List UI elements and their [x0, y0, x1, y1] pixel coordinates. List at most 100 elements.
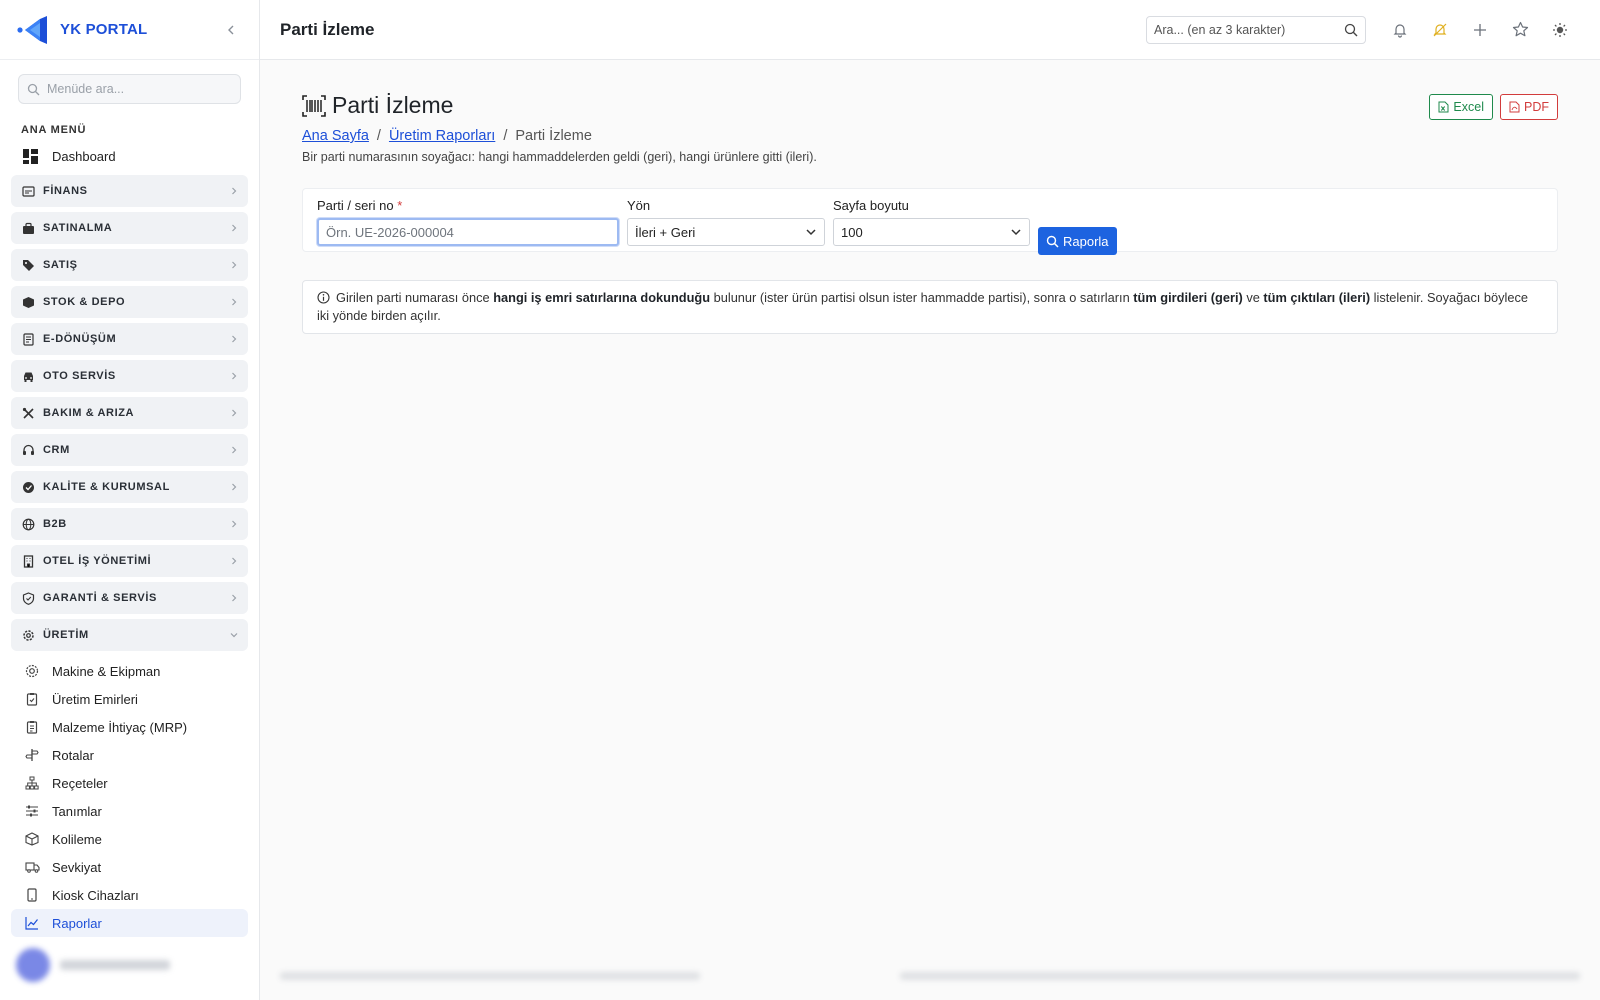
topbar: Parti İzleme Ara... (en az 3 karakter) — [260, 0, 1600, 60]
lot-input-placeholder: Örn. UE-2026-000004 — [326, 224, 454, 240]
lot-label: Parti / seri no * — [317, 198, 403, 213]
export-excel-button[interactable]: Excel — [1429, 94, 1493, 120]
sidebar-item-kolileme[interactable]: Kolileme — [0, 825, 259, 853]
sidebar-group-e-donusum[interactable]: E-DÖNÜŞÜM — [11, 323, 248, 355]
sidebar-group-otel[interactable]: OTEL İŞ YÖNETİMİ — [11, 545, 248, 577]
sidebar-item-kiosk[interactable]: Kiosk Cihazları — [0, 881, 259, 909]
sidebar-group-bakim-ariza[interactable]: BAKIM & ARIZA — [11, 397, 248, 429]
global-search-input[interactable]: Ara... (en az 3 karakter) — [1146, 15, 1366, 44]
sidebar-group-oto-servis[interactable]: OTO SERVİS — [11, 360, 248, 392]
main-content: Parti İzleme Ana Sayfa / Üretim Raporlar… — [260, 60, 1600, 1000]
sidebar-item-label: Dashboard — [52, 148, 116, 164]
sidebar-item-tanimlar[interactable]: Tanımlar — [0, 797, 259, 825]
section-title: ANA MENÜ — [21, 124, 87, 136]
chevron-right-icon — [228, 333, 240, 345]
sidebar-group-stok-depo[interactable]: STOK & DEPO — [11, 286, 248, 318]
sidebar-item-label: Rotalar — [52, 747, 94, 763]
sidebar-item-makine-ekipman[interactable]: Makine & Ekipman — [0, 657, 259, 685]
direction-select[interactable]: İleri + Geri — [627, 218, 825, 246]
chevron-right-icon — [228, 592, 240, 604]
sidebar-group-kalite-kurumsal[interactable]: KALİTE & KURUMSAL — [11, 471, 248, 503]
sidebar-item-uretim-emirleri[interactable]: Üretim Emirleri — [0, 685, 259, 713]
chevron-right-icon — [228, 518, 240, 530]
info-text: ve — [1242, 290, 1264, 305]
bell-off-icon[interactable] — [1420, 15, 1460, 45]
collapse-sidebar-icon[interactable] — [219, 18, 243, 42]
sidebar-group-uretim[interactable]: ÜRETİM — [11, 619, 248, 651]
page-size-select[interactable]: 100 — [833, 218, 1030, 246]
sidebar-group-garanti-servis[interactable]: GARANTİ & SERVİS — [11, 582, 248, 614]
group-label: FİNANS — [43, 185, 88, 197]
chevron-right-icon — [228, 555, 240, 567]
group-label: STOK & DEPO — [43, 296, 126, 308]
sidebar-item-dashboard[interactable]: Dashboard — [0, 142, 259, 170]
sidebar-item-label: Tanımlar — [52, 803, 102, 819]
search-icon — [27, 83, 40, 95]
sliders-icon — [24, 803, 40, 819]
chevron-right-icon — [228, 444, 240, 456]
sidebar-item-rotalar[interactable]: Rotalar — [0, 741, 259, 769]
group-label: SATIŞ — [43, 259, 78, 271]
car-icon — [21, 369, 35, 383]
direction-value: İleri + Geri — [635, 224, 696, 240]
page-size-value: 100 — [841, 224, 863, 240]
sidebar-item-mrp[interactable]: Malzeme İhtiyaç (MRP) — [0, 713, 259, 741]
info-text: Girilen parti numarası önce — [336, 290, 494, 305]
breadcrumb-home-link[interactable]: Ana Sayfa — [302, 128, 369, 144]
report-button[interactable]: Raporla — [1038, 227, 1117, 255]
chevron-down-icon — [806, 229, 816, 236]
building-icon — [21, 554, 35, 568]
group-label: ÜRETİM — [43, 629, 89, 641]
sidebar-item-receteler[interactable]: Reçeteler — [0, 769, 259, 797]
star-icon[interactable] — [1500, 15, 1540, 45]
info-bold: hangi iş emri satırlarına dokunduğu — [493, 290, 711, 305]
export-pdf-button[interactable]: PDF — [1500, 94, 1558, 120]
menu-search-input[interactable]: Menüde ara... — [18, 74, 241, 104]
required-marker: * — [397, 198, 403, 213]
sidebar-group-finans[interactable]: FİNANS — [11, 175, 248, 207]
info-text: bulunur (ister ürün partisi olsun ister … — [710, 290, 1134, 305]
purchase-icon — [21, 221, 35, 235]
sidebar-group-satis[interactable]: SATIŞ — [11, 249, 248, 281]
lot-input[interactable]: Örn. UE-2026-000004 — [317, 218, 619, 246]
direction-label: Yön — [627, 198, 651, 213]
sidebar-item-label: Makine & Ekipman — [52, 663, 161, 679]
shield-icon — [21, 591, 35, 605]
badge-icon — [21, 480, 35, 494]
sidebar-item-label: Raporlar — [52, 915, 102, 931]
sun-icon[interactable] — [1540, 15, 1580, 45]
cog-icon — [24, 663, 40, 679]
export-buttons: Excel PDF — [1429, 94, 1558, 120]
sidebar-item-label: Üretim Emirleri — [52, 691, 138, 707]
info-icon — [317, 291, 330, 304]
user-profile[interactable] — [16, 948, 170, 982]
sidebar-item-raporlar[interactable]: Raporlar — [11, 909, 248, 937]
group-label: BAKIM & ARIZA — [43, 407, 135, 419]
sidebar-item-sevkiyat[interactable]: Sevkiyat — [0, 853, 259, 881]
finance-icon — [21, 184, 35, 198]
breadcrumb-reports-link[interactable]: Üretim Raporları — [389, 128, 495, 144]
clipboard-list-icon — [24, 719, 40, 735]
sidebar-group-b2b[interactable]: B2B — [11, 508, 248, 540]
chevron-right-icon — [228, 481, 240, 493]
brand-name: YK PORTAL — [60, 21, 148, 38]
avatar — [16, 948, 50, 982]
plus-icon[interactable] — [1460, 15, 1500, 45]
sidebar-group-satinalma[interactable]: SATINALMA — [11, 212, 248, 244]
sidebar-item-label: Reçeteler — [52, 775, 108, 791]
chevron-right-icon — [228, 407, 240, 419]
package-icon — [24, 831, 40, 847]
info-bold: tüm girdileri (geri) — [1133, 290, 1243, 305]
bell-icon[interactable] — [1380, 15, 1420, 45]
export-pdf-label: PDF — [1524, 100, 1549, 114]
breadcrumb: Ana Sayfa / Üretim Raporları / Parti İzl… — [302, 128, 1429, 144]
footer — [280, 968, 1580, 984]
document-icon — [21, 332, 35, 346]
globe-icon — [21, 517, 35, 531]
group-label: SATINALMA — [43, 222, 113, 234]
sidebar-item-label: Malzeme İhtiyaç (MRP) — [52, 719, 188, 735]
sidebar-group-crm[interactable]: CRM — [11, 434, 248, 466]
tools-icon — [21, 406, 35, 420]
group-label: E-DÖNÜŞÜM — [43, 333, 117, 345]
page-size-field: Sayfa boyutu 100 — [833, 198, 1030, 246]
